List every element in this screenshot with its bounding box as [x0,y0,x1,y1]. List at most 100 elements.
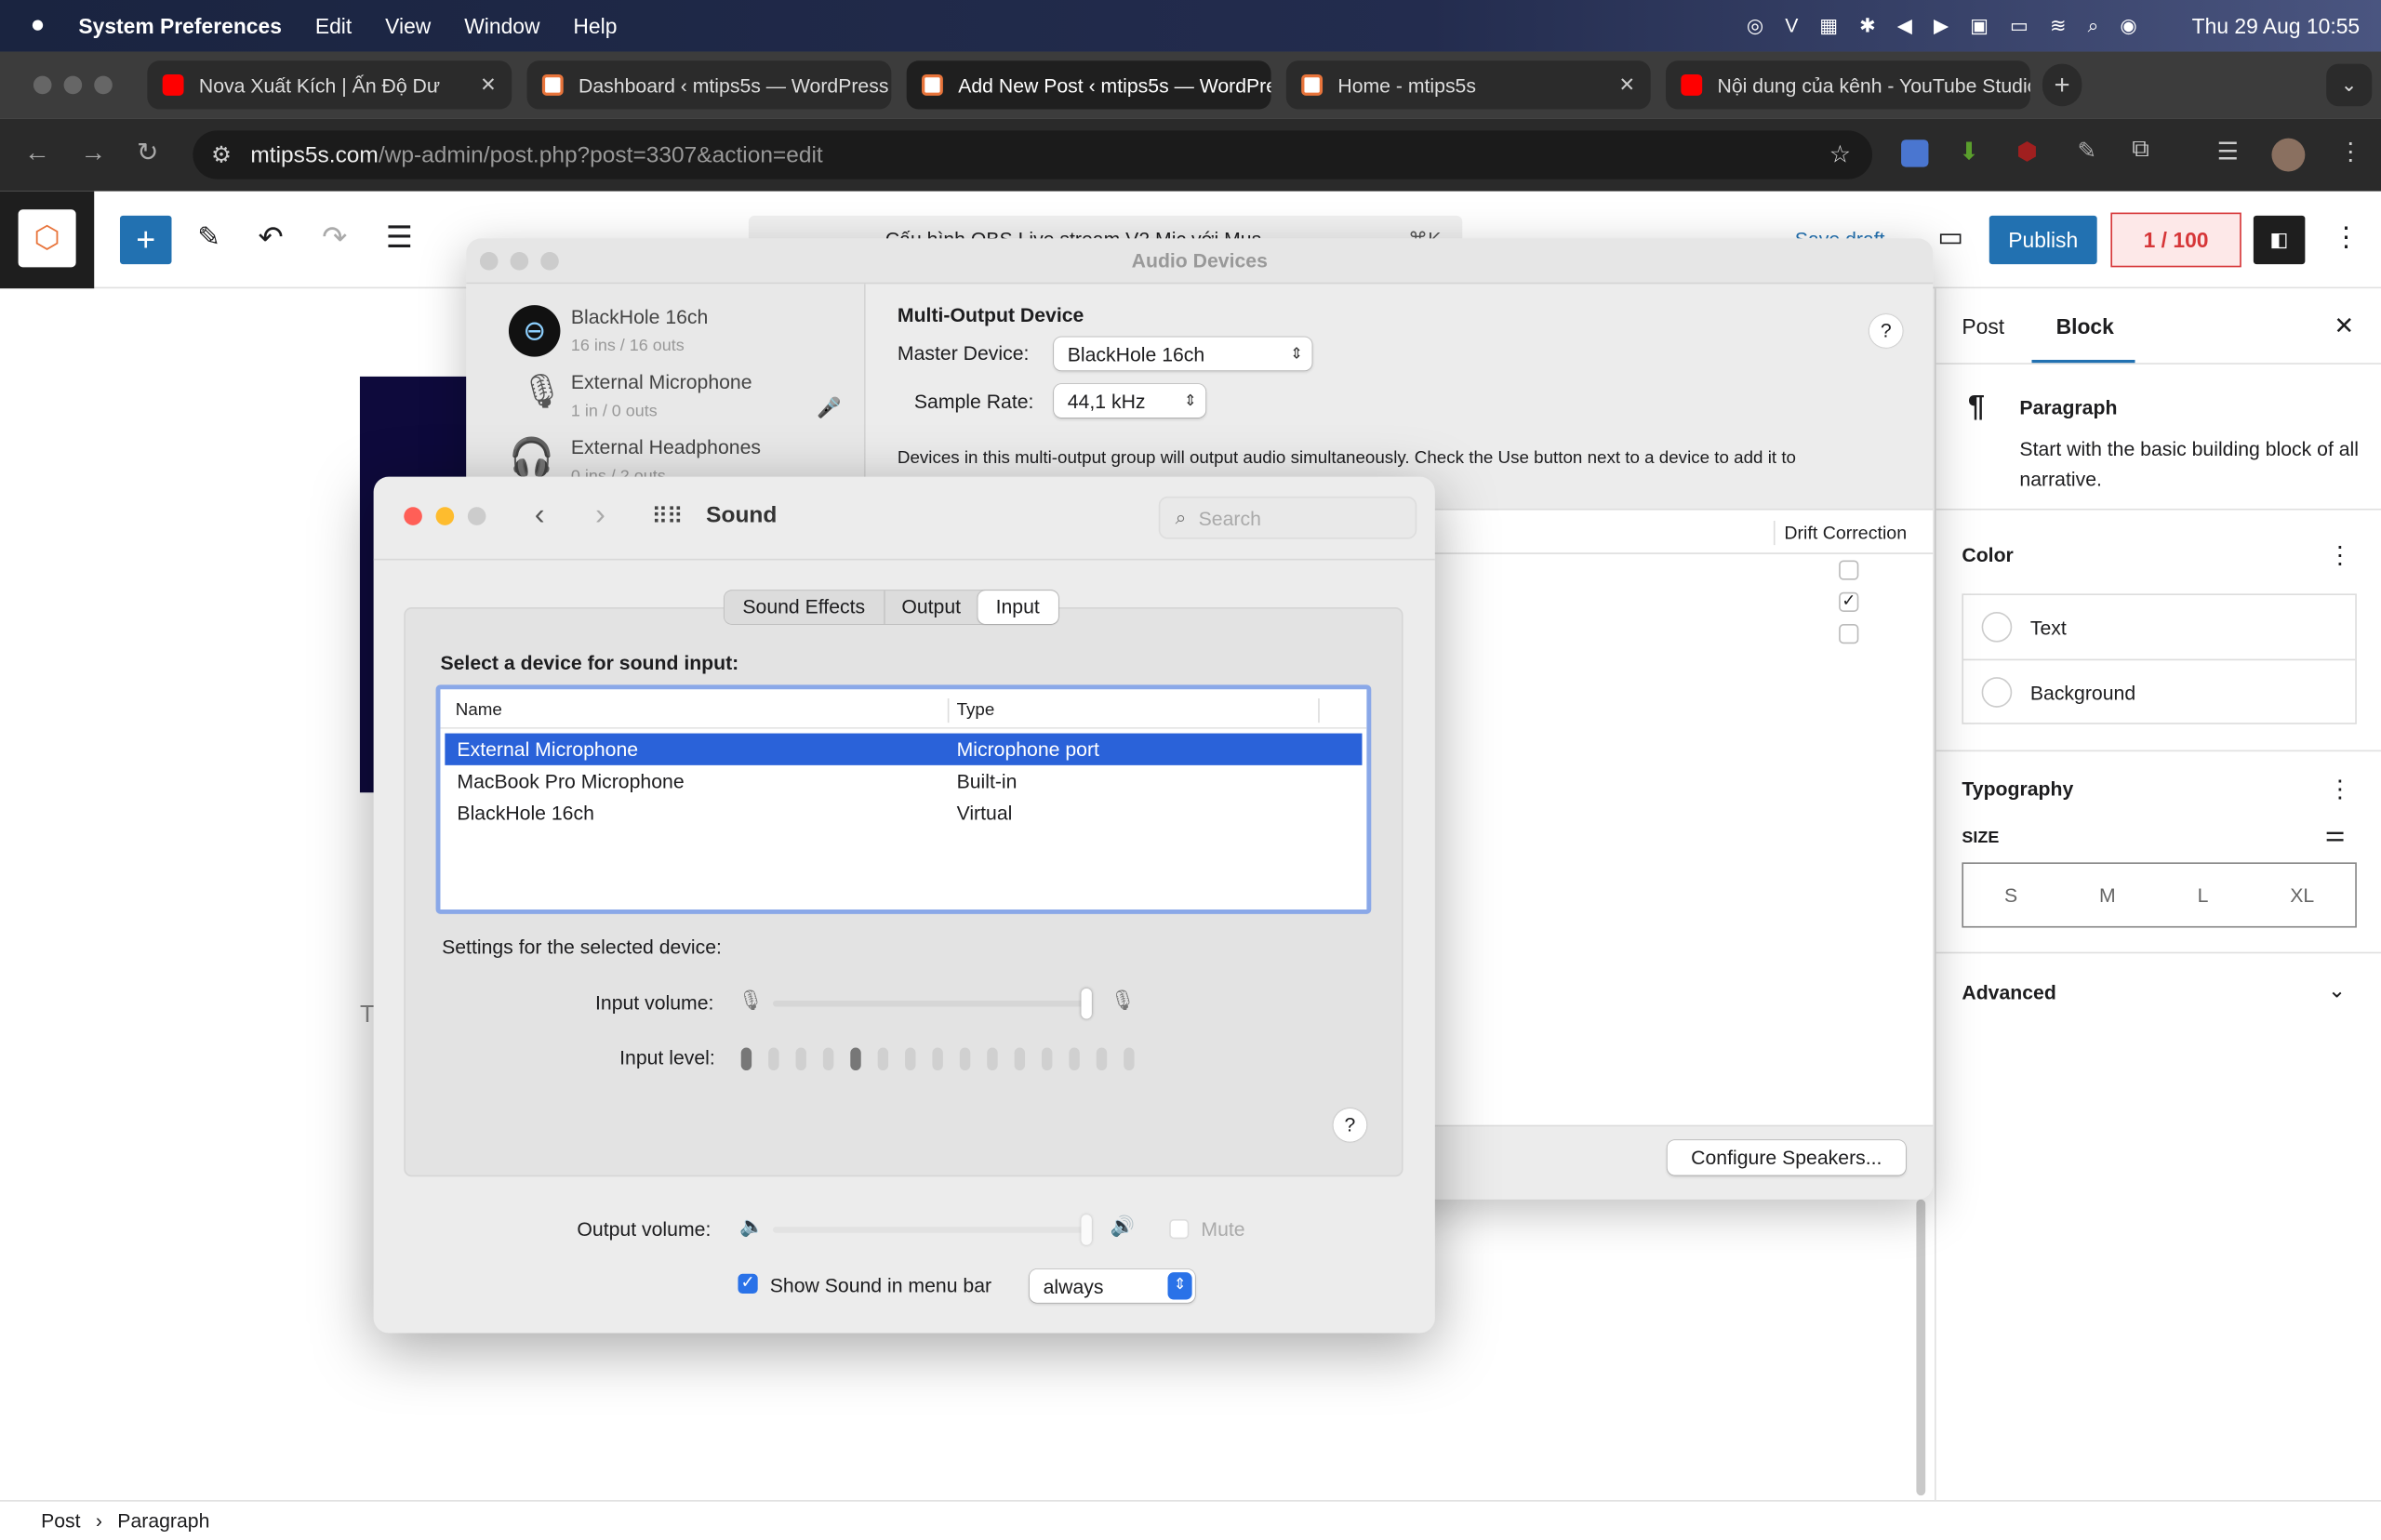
menu-help[interactable]: Help [573,14,617,38]
minimize-window-button[interactable] [510,252,529,271]
output-volume-slider[interactable] [773,1215,1092,1245]
menu-view[interactable]: View [385,14,431,38]
typography-options-icon[interactable]: ⋮ [2328,775,2352,805]
chevron-down-icon[interactable]: ⌄ [2328,977,2346,1003]
typography-panel-title[interactable]: Typography [1962,777,2073,800]
seo-score-button[interactable]: 1 / 100 [2110,212,2241,268]
table-row[interactable]: External Microphone Microphone port [445,733,1363,765]
custom-size-sliders-icon[interactable]: ⚌ [2325,820,2346,847]
sample-rate-select[interactable]: 44,1 kHz ⇕ [1054,384,1206,418]
browser-tab-active[interactable]: Add New Post ‹ mtips5s — WordPress✕ [906,60,1271,110]
size-option-m[interactable]: M [2099,883,2116,906]
master-device-select[interactable]: BlackHole 16ch ⇕ [1054,337,1312,371]
breadcrumb-post[interactable]: Post [41,1509,80,1532]
show-in-menubar-checkbox[interactable]: ✓ [738,1273,758,1294]
show-all-grid-icon[interactable]: ⠿⠿ [651,502,683,530]
close-window-button[interactable] [479,252,499,271]
tab-input[interactable]: Input [978,591,1058,625]
column-header-type[interactable]: Type [957,701,995,720]
device-name[interactable]: BlackHole 16ch [571,305,708,327]
menu-window[interactable]: Window [464,14,539,38]
search-field[interactable]: ⌕ Search [1158,496,1417,539]
preview-device-icon[interactable]: ▭ [1937,221,1963,253]
tab-block[interactable]: Block [2056,314,2114,339]
zoom-window-button[interactable] [467,507,486,525]
site-logo-button[interactable]: ⬡ [0,191,95,289]
drift-correction-checkbox[interactable] [1839,624,1859,644]
browser-menu-icon[interactable]: ⋮ [2338,137,2362,167]
extensions-puzzle-icon[interactable]: ⧉ [2132,137,2149,164]
editor-scrollbar[interactable] [1916,1199,1926,1496]
zoom-window-button[interactable] [94,75,113,95]
configure-speakers-button[interactable]: Configure Speakers... [1667,1140,1906,1175]
menubar-clock[interactable]: Thu 29 Aug 10:55 [2192,14,2360,38]
options-menu-icon[interactable]: ⋮ [2333,221,2360,253]
reload-icon[interactable]: ↻ [137,139,158,169]
slider-thumb[interactable] [1081,988,1092,1019]
profile-avatar[interactable] [2271,138,2306,172]
size-option-l[interactable]: L [2198,883,2209,906]
site-settings-icon[interactable]: ⚙ [211,141,232,168]
publish-button[interactable]: Publish [1989,215,2097,265]
size-option-s[interactable]: S [2004,883,2017,906]
mute-checkbox[interactable] [1169,1219,1190,1240]
color-options-icon[interactable]: ⋮ [2328,540,2352,571]
new-tab-button[interactable]: + [2042,63,2082,107]
input-device-table[interactable]: Name Type External Microphone Microphone … [435,684,1372,914]
advanced-panel-toggle[interactable]: Advanced [1962,981,2055,1003]
menu-app-name[interactable]: System Preferences [78,14,282,38]
background-color-item[interactable]: Background [1963,660,2355,724]
forward-chevron-icon[interactable]: › [595,498,605,534]
drift-correction-checkbox[interactable] [1839,560,1859,580]
pen-extension-icon[interactable]: ✎ [2077,137,2096,165]
zoom-window-button[interactable] [540,252,559,271]
paragraph-block-text[interactable]: T [360,1002,375,1029]
device-name[interactable]: External Headphones [571,436,761,458]
settings-sidebar-toggle-icon[interactable]: ◧ [2253,215,2306,265]
reading-list-icon[interactable]: ☰ [2217,137,2239,167]
show-menubar-select[interactable]: always ⇕ [1029,1268,1195,1303]
browser-tab[interactable]: Home - mtips5s ✕ [1285,60,1651,110]
drift-correction-checkbox[interactable]: ✓ [1839,591,1859,612]
close-tab-icon[interactable]: ✕ [471,73,497,97]
font-size-picker[interactable]: S M L XL [1962,862,2357,928]
slider-thumb[interactable] [1081,1215,1092,1245]
download-extension-icon[interactable]: ⬇ [1959,137,1979,167]
tab-search-chevron-icon[interactable]: ⌄ [2326,63,2373,107]
tab-post[interactable]: Post [1962,314,2004,339]
apple-menu-icon[interactable]: ● [31,12,46,39]
status-icons[interactable]: ◎V▦✱◀︎▶▣▭≋⌕◉ [1747,14,2159,38]
close-sidebar-icon[interactable]: ✕ [2334,312,2354,342]
close-window-button[interactable] [33,75,52,95]
add-block-button[interactable]: + [119,215,172,265]
bookmark-star-icon[interactable]: ☆ [1829,139,1851,170]
close-window-button[interactable] [404,507,422,525]
back-icon[interactable]: ← [24,139,50,169]
ublock-icon[interactable]: ⬢ [2016,137,2038,167]
browser-tab[interactable]: Dashboard ‹ mtips5s — WordPress✕ [526,60,892,110]
tab-sound-effects[interactable]: Sound Effects [725,591,884,624]
close-tab-icon[interactable]: ✕ [1610,73,1636,97]
edit-tool-pencil-icon[interactable]: ✎ [197,221,220,253]
close-tab-icon[interactable]: ✕ [888,73,891,97]
translate-extension-icon[interactable] [1901,139,1929,167]
minimize-window-button[interactable] [63,75,83,95]
input-volume-slider[interactable] [773,988,1092,1019]
text-color-item[interactable]: Text [1963,595,2356,661]
breadcrumb-paragraph[interactable]: Paragraph [117,1509,209,1532]
table-row[interactable]: BlackHole 16ch Virtual [445,797,1362,829]
size-option-xl[interactable]: XL [2290,883,2314,906]
tab-output[interactable]: Output [883,591,978,625]
minimize-window-button[interactable] [435,507,455,525]
help-button[interactable]: ? [1333,1108,1367,1142]
drift-correction-header[interactable]: Drift Correction [1784,523,1907,544]
column-header-name[interactable]: Name [456,701,502,720]
browser-tab[interactable]: Nova Xuất Kích | Ấn Độ Dư ✕ [147,60,512,110]
forward-icon[interactable]: → [81,139,107,169]
redo-icon[interactable]: ↷ [322,219,347,257]
browser-tab[interactable]: Nội dung của kênh - YouTube Studio✕ [1666,60,2030,110]
url-field[interactable]: ⚙ mtips5s.com/wp-admin/post.php?post=3307… [193,130,1873,179]
menu-edit[interactable]: Edit [315,14,352,38]
table-row[interactable]: MacBook Pro Microphone Built-in [445,765,1362,797]
help-button[interactable]: ? [1869,313,1903,348]
